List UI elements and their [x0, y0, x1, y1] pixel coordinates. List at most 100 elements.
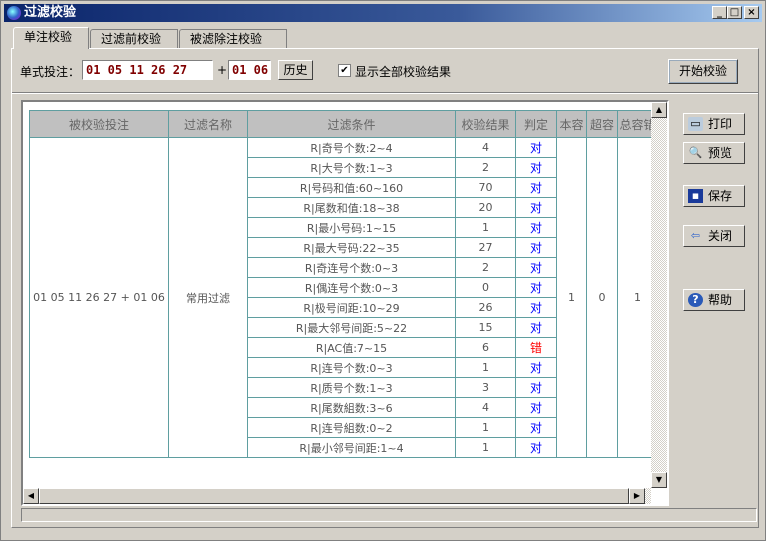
vertical-scrollbar[interactable]: ▲	[651, 102, 667, 488]
verdict-cell: 错	[515, 337, 557, 358]
result-cell: 1	[455, 437, 516, 458]
plus-label: +	[217, 63, 228, 77]
app-icon	[7, 6, 21, 20]
condition-cell: R|最大号码:22~35	[247, 237, 456, 258]
header-condition[interactable]: 过滤条件	[247, 110, 456, 138]
result-cell: 1	[455, 217, 516, 238]
verdict-cell: 对	[515, 397, 557, 418]
verdict-cell: 对	[515, 157, 557, 178]
print-button[interactable]: ▭ 打印	[683, 113, 745, 135]
condition-cell: R|最小号码:1~15	[247, 217, 456, 238]
close-button[interactable]: ⇦ 关闭	[683, 225, 745, 247]
verdict-cell: 对	[515, 257, 557, 278]
preview-button[interactable]: 🔍 预览	[683, 142, 745, 164]
result-cell: 2	[455, 257, 516, 278]
verdict-cell: 对	[515, 237, 557, 258]
result-cell: 26	[455, 297, 516, 318]
result-cell: 20	[455, 197, 516, 218]
header-result[interactable]: 校验结果	[455, 110, 516, 138]
preview-magnifier-icon: 🔍	[688, 146, 703, 159]
show-all-checkbox[interactable]: ✔	[338, 64, 351, 77]
save-label: 保存	[708, 189, 733, 203]
header-bet[interactable]: 被校验投注	[29, 110, 169, 138]
scroll-down-arrow-icon[interactable]: ▼	[651, 472, 667, 488]
history-button[interactable]: 历史	[278, 60, 313, 80]
preview-label: 预览	[708, 146, 733, 160]
result-cell: 4	[455, 137, 516, 158]
condition-cell: R|连号組数:0~2	[247, 417, 456, 438]
close-window-button[interactable]: ×	[744, 6, 759, 19]
header-verdict[interactable]: 判定	[515, 110, 557, 138]
bet-label: 单式投注：	[20, 65, 81, 79]
header-exceed[interactable]: 超容	[586, 110, 618, 138]
help-button[interactable]: ? 帮助	[683, 289, 745, 311]
filter-name-cell: 常用过滤	[168, 137, 248, 458]
result-cell: 1	[455, 357, 516, 378]
front-numbers-input[interactable]: 01 05 11 26 27	[82, 60, 213, 80]
verdict-cell: 对	[515, 277, 557, 298]
result-cell: 0	[455, 277, 516, 298]
help-label: 帮助	[708, 293, 733, 307]
result-cell: 4	[455, 397, 516, 418]
verdict-cell: 对	[515, 357, 557, 378]
condition-cell: R|最大邻号间距:5~22	[247, 317, 456, 338]
condition-cell: R|质号个数:1~3	[247, 377, 456, 398]
help-question-icon: ?	[688, 293, 703, 307]
condition-cell: R|大号个数:1~3	[247, 157, 456, 178]
table-row[interactable]: 01 05 11 26 27 + 01 06 常用过滤 R|奇号个数:2~4 4 对 1 0…	[29, 137, 658, 458]
condition-cell: R|奇号个数:2~4	[247, 137, 456, 158]
verdict-cell: 对	[515, 177, 557, 198]
status-bar	[21, 508, 757, 522]
condition-cell: R|奇连号个数:0~3	[247, 257, 456, 278]
floppy-disk-icon: ▪	[688, 189, 703, 203]
result-cell: 70	[455, 177, 516, 198]
horizontal-scroll-thumb[interactable]	[39, 488, 629, 504]
condition-cell: R|最小邻号间距:1~4	[247, 437, 456, 458]
show-all-label: 显示全部校验结果	[355, 65, 452, 79]
result-cell: 3	[455, 377, 516, 398]
scroll-left-arrow-icon[interactable]: ◀	[23, 488, 39, 504]
verdict-cell: 对	[515, 437, 557, 458]
back-numbers-input[interactable]: 01 06	[228, 60, 271, 80]
condition-cell: R|连号个数:0~3	[247, 357, 456, 378]
result-cell: 15	[455, 317, 516, 338]
tab-single-check[interactable]: 单注校验	[13, 27, 89, 49]
print-label: 打印	[708, 117, 733, 131]
result-cell: 1	[455, 417, 516, 438]
bet-cell: 01 05 11 26 27 + 01 06	[29, 137, 169, 458]
verdict-cell: 对	[515, 217, 557, 238]
result-cell: 27	[455, 237, 516, 258]
separator	[12, 92, 758, 94]
results-grid: 被校验投注 过滤名称 过滤条件 校验结果 判定 本容 超容 总容错 01 05 …	[21, 100, 669, 506]
filter-check-window: 过滤校验 _ □ × 单注校验 过滤前校验 被滤除注校验 单式投注： 01 05…	[0, 0, 766, 541]
within-cell: 1	[556, 137, 587, 458]
tab-filtered-out-check[interactable]: 被滤除注校验	[179, 29, 287, 48]
exceed-cell: 0	[586, 137, 618, 458]
save-button[interactable]: ▪ 保存	[683, 185, 745, 207]
printer-icon: ▭	[688, 117, 703, 131]
tab-pre-filter-check[interactable]: 过滤前校验	[90, 29, 178, 48]
close-label: 关闭	[708, 229, 733, 243]
header-within[interactable]: 本容	[556, 110, 587, 138]
verdict-cell: 对	[515, 317, 557, 338]
maximize-button[interactable]: □	[727, 6, 742, 19]
exit-door-icon: ⇦	[690, 229, 701, 242]
verdict-cell: 对	[515, 197, 557, 218]
verdict-cell: 对	[515, 377, 557, 398]
title-bar: 过滤校验	[4, 4, 762, 22]
result-cell: 2	[455, 157, 516, 178]
scroll-right-arrow-icon[interactable]: ▶	[629, 488, 645, 504]
scroll-up-arrow-icon[interactable]: ▲	[651, 102, 667, 118]
condition-cell: R|尾数組数:3~6	[247, 397, 456, 418]
horizontal-scrollbar[interactable]: ◀ ▶	[23, 488, 651, 504]
condition-cell: R|AC值:7~15	[247, 337, 456, 358]
header-filter-name[interactable]: 过滤名称	[168, 110, 248, 138]
minimize-button[interactable]: _	[712, 6, 727, 19]
result-cell: 6	[455, 337, 516, 358]
condition-cell: R|极号间距:10~29	[247, 297, 456, 318]
verdict-cell: 对	[515, 137, 557, 158]
start-check-button[interactable]: 开始校验	[668, 59, 738, 84]
condition-cell: R|号码和值:60~160	[247, 177, 456, 198]
condition-cell: R|偶连号个数:0~3	[247, 277, 456, 298]
window-title: 过滤校验	[24, 5, 77, 20]
